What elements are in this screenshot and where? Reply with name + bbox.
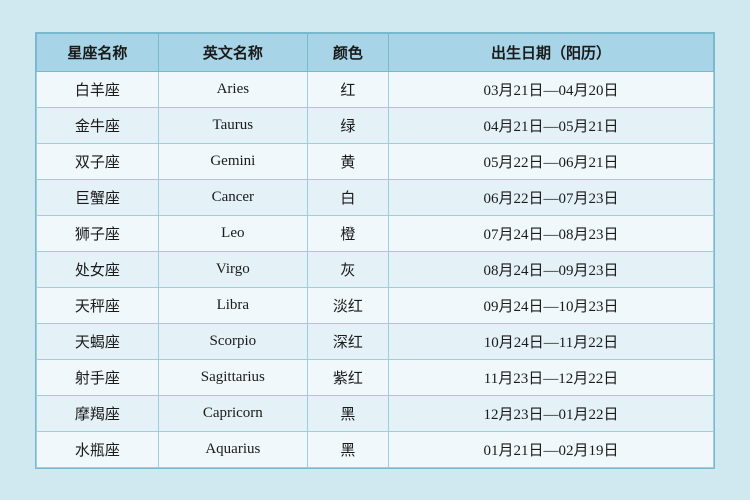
cell-zh: 水瓶座 xyxy=(37,431,159,467)
cell-color: 淡红 xyxy=(307,287,388,323)
cell-color: 黄 xyxy=(307,143,388,179)
table-row: 双子座Gemini黄05月22日—06月21日 xyxy=(37,143,714,179)
cell-zh: 天秤座 xyxy=(37,287,159,323)
cell-en: Aries xyxy=(158,71,307,107)
cell-date: 06月22日—07月23日 xyxy=(389,179,714,215)
cell-en: Capricorn xyxy=(158,395,307,431)
table-row: 白羊座Aries红03月21日—04月20日 xyxy=(37,71,714,107)
cell-en: Scorpio xyxy=(158,323,307,359)
cell-color: 红 xyxy=(307,71,388,107)
cell-zh: 双子座 xyxy=(37,143,159,179)
cell-date: 08月24日—09月23日 xyxy=(389,251,714,287)
cell-zh: 金牛座 xyxy=(37,107,159,143)
cell-color: 黑 xyxy=(307,395,388,431)
cell-zh: 处女座 xyxy=(37,251,159,287)
cell-en: Leo xyxy=(158,215,307,251)
cell-color: 橙 xyxy=(307,215,388,251)
header-zh: 星座名称 xyxy=(37,33,159,71)
cell-zh: 狮子座 xyxy=(37,215,159,251)
cell-color: 灰 xyxy=(307,251,388,287)
cell-color: 白 xyxy=(307,179,388,215)
header-en: 英文名称 xyxy=(158,33,307,71)
cell-zh: 摩羯座 xyxy=(37,395,159,431)
table-row: 射手座Sagittarius紫红11月23日—12月22日 xyxy=(37,359,714,395)
cell-date: 04月21日—05月21日 xyxy=(389,107,714,143)
cell-color: 紫红 xyxy=(307,359,388,395)
cell-color: 黑 xyxy=(307,431,388,467)
cell-en: Virgo xyxy=(158,251,307,287)
cell-date: 05月22日—06月21日 xyxy=(389,143,714,179)
header-color: 颜色 xyxy=(307,33,388,71)
table-row: 巨蟹座Cancer白06月22日—07月23日 xyxy=(37,179,714,215)
table-row: 水瓶座Aquarius黑01月21日—02月19日 xyxy=(37,431,714,467)
cell-en: Taurus xyxy=(158,107,307,143)
cell-color: 绿 xyxy=(307,107,388,143)
zodiac-table: 星座名称 英文名称 颜色 出生日期（阳历） 白羊座Aries红03月21日—04… xyxy=(36,33,714,468)
table-row: 摩羯座Capricorn黑12月23日—01月22日 xyxy=(37,395,714,431)
cell-en: Sagittarius xyxy=(158,359,307,395)
cell-en: Libra xyxy=(158,287,307,323)
cell-en: Aquarius xyxy=(158,431,307,467)
table-row: 狮子座Leo橙07月24日—08月23日 xyxy=(37,215,714,251)
table-header-row: 星座名称 英文名称 颜色 出生日期（阳历） xyxy=(37,33,714,71)
table-row: 天蝎座Scorpio深红10月24日—11月22日 xyxy=(37,323,714,359)
cell-date: 01月21日—02月19日 xyxy=(389,431,714,467)
cell-zh: 天蝎座 xyxy=(37,323,159,359)
cell-date: 03月21日—04月20日 xyxy=(389,71,714,107)
header-date: 出生日期（阳历） xyxy=(389,33,714,71)
zodiac-table-wrapper: 星座名称 英文名称 颜色 出生日期（阳历） 白羊座Aries红03月21日—04… xyxy=(35,32,715,469)
cell-color: 深红 xyxy=(307,323,388,359)
cell-zh: 射手座 xyxy=(37,359,159,395)
table-row: 金牛座Taurus绿04月21日—05月21日 xyxy=(37,107,714,143)
cell-en: Cancer xyxy=(158,179,307,215)
cell-zh: 白羊座 xyxy=(37,71,159,107)
cell-date: 11月23日—12月22日 xyxy=(389,359,714,395)
table-row: 天秤座Libra淡红09月24日—10月23日 xyxy=(37,287,714,323)
cell-date: 07月24日—08月23日 xyxy=(389,215,714,251)
cell-date: 10月24日—11月22日 xyxy=(389,323,714,359)
cell-zh: 巨蟹座 xyxy=(37,179,159,215)
cell-date: 12月23日—01月22日 xyxy=(389,395,714,431)
table-row: 处女座Virgo灰08月24日—09月23日 xyxy=(37,251,714,287)
cell-en: Gemini xyxy=(158,143,307,179)
cell-date: 09月24日—10月23日 xyxy=(389,287,714,323)
